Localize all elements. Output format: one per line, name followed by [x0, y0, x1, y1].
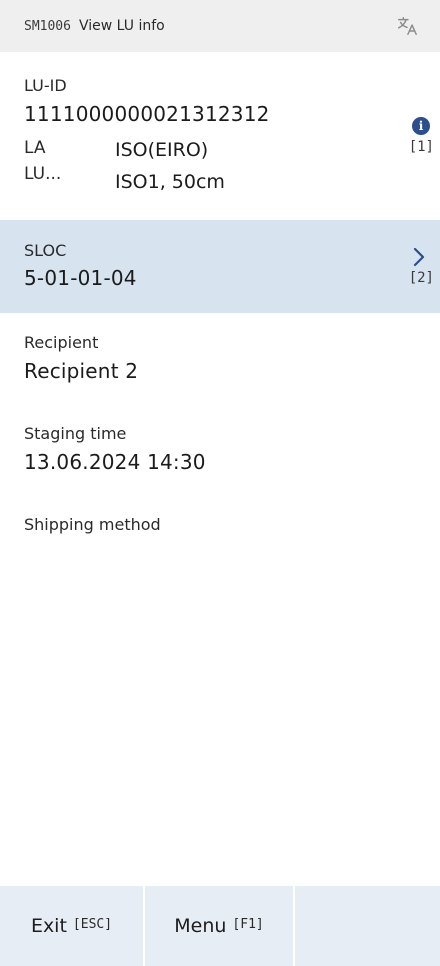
sloc-key-hint: [2] — [408, 270, 434, 286]
staging-time-label: Staging time — [24, 424, 127, 443]
sloc-label: SLOC — [24, 241, 67, 260]
exit-button-label: Exit — [30, 915, 67, 937]
lu-type-value: ISO1, 50cm — [115, 171, 225, 193]
lu-type-label: LU... — [24, 164, 62, 184]
lu-id-label: LU-ID — [24, 76, 67, 95]
header-bar: SM1006 View LU info — [0, 0, 440, 52]
exit-button[interactable]: Exit [ESC] — [0, 886, 145, 966]
sloc-row[interactable]: SLOC 5-01-01-04 [2] — [0, 220, 440, 313]
sloc-value: 5-01-01-04 — [24, 266, 137, 290]
recipient-label: Recipient — [24, 333, 99, 352]
recipient-value: Recipient 2 — [24, 359, 139, 383]
menu-key-hint: [F1] — [232, 916, 264, 932]
lu-info-section: LU-ID 1111000000021312312 LA ISO(EIRO) L… — [0, 52, 440, 220]
la-value: ISO(EIRO) — [115, 139, 209, 161]
menu-button[interactable]: Menu [F1] — [145, 886, 295, 966]
translate-icon[interactable] — [396, 15, 418, 37]
la-label: LA — [24, 138, 46, 158]
page-title: View LU info — [78, 18, 165, 34]
screen-code: SM1006 — [24, 18, 71, 34]
menu-button-label: Menu — [174, 915, 227, 937]
app-screen: SM1006 View LU info LU-ID 11110000000213… — [0, 0, 440, 966]
footer-empty-slot — [295, 886, 440, 966]
staging-time-value: 13.06.2024 14:30 — [24, 450, 206, 474]
shipping-method-label: Shipping method — [24, 515, 161, 534]
info-icon[interactable]: i — [412, 117, 430, 135]
chevron-right-icon — [413, 247, 425, 267]
footer-bar: Exit [ESC] Menu [F1] — [0, 886, 440, 966]
info-key-hint: [1] — [408, 139, 434, 155]
exit-key-hint: [ESC] — [72, 916, 113, 932]
lu-id-value: 1111000000021312312 — [24, 102, 270, 126]
